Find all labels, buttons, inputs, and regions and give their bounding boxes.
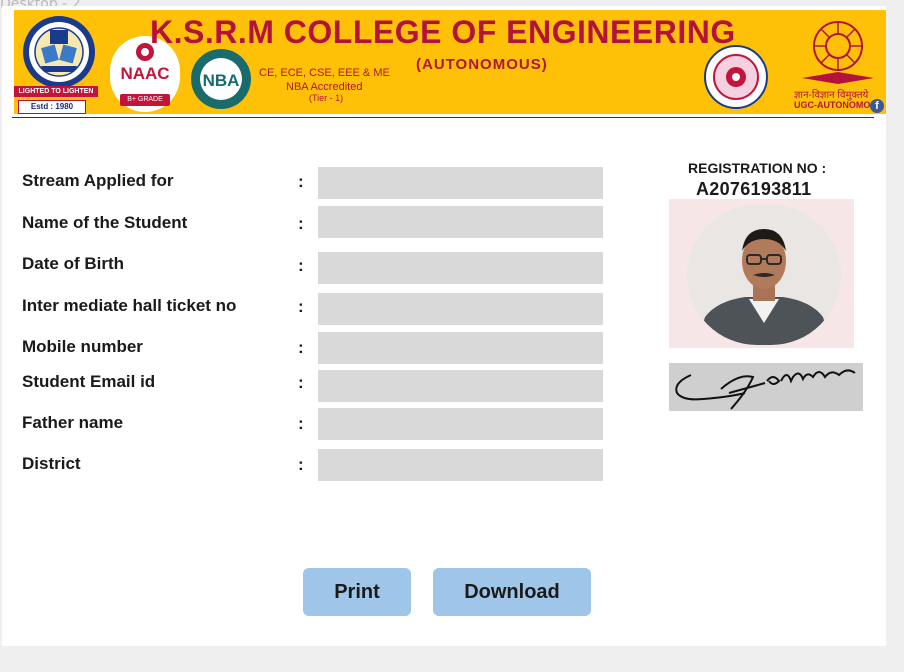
jntu-logo-icon — [704, 45, 768, 109]
photo-frame — [669, 199, 854, 348]
registration-label: REGISTRATION NO : — [688, 160, 827, 176]
autonomous-label: (AUTONOMOUS) — [416, 56, 548, 73]
student-name-label: Name of the Student — [22, 213, 188, 232]
separator-colon: : — [298, 414, 304, 433]
signature-scribble-icon — [675, 369, 856, 410]
ugc-motto: ज्ञान-विज्ञान विमुक्तये — [794, 90, 869, 101]
college-motto: LIGHTED TO LIGHTEN — [14, 86, 98, 97]
facebook-icon[interactable]: f — [870, 99, 884, 113]
nba-logo-icon: NBA — [191, 49, 251, 109]
college-banner: LIGHTED TO LIGHTEN Estd : 1980 NAAC B+ G… — [14, 10, 886, 114]
svg-text:NBA: NBA — [203, 71, 240, 90]
accredited-branches: CE, ECE, CSE, EEE & ME — [259, 67, 390, 79]
college-name: K.S.R.M COLLEGE OF ENGINEERING — [150, 14, 736, 50]
separator-colon: : — [298, 214, 304, 233]
stream-field[interactable] — [318, 167, 603, 199]
person-silhouette-icon — [687, 205, 841, 345]
separator-colon: : — [298, 338, 304, 357]
dob-label: Date of Birth — [22, 254, 124, 273]
hall-ticket-field[interactable] — [318, 293, 603, 325]
separator-colon: : — [298, 256, 304, 275]
district-label: District — [22, 454, 81, 473]
stream-label: Stream Applied for — [22, 171, 174, 190]
nba-accredited: NBA Accredited — [286, 81, 363, 93]
father-name-label: Father name — [22, 413, 124, 432]
download-button[interactable]: Download — [433, 568, 591, 616]
district-field[interactable] — [318, 449, 603, 481]
separator-colon: : — [298, 172, 304, 191]
dob-field[interactable] — [318, 252, 603, 284]
separator-colon: : — [298, 297, 304, 316]
naac-text: NAAC — [120, 64, 170, 83]
hall-ticket-label: Inter mediate hall ticket no — [22, 296, 237, 315]
mobile-field[interactable] — [318, 332, 603, 364]
header-divider — [12, 117, 874, 118]
nba-tier: (Tier - 1) — [309, 93, 344, 103]
print-button[interactable]: Print — [303, 568, 411, 616]
father-name-field[interactable] — [318, 408, 603, 440]
email-label: Student Email id — [22, 372, 156, 391]
email-field[interactable] — [318, 370, 603, 402]
signature-image — [669, 363, 863, 411]
established-year: Estd : 1980 — [18, 100, 86, 114]
student-photo — [687, 205, 841, 345]
student-name-field[interactable] — [318, 206, 603, 238]
naac-grade: B+ GRADE — [120, 94, 170, 106]
separator-colon: : — [298, 373, 304, 392]
registration-number: A2076193811 — [696, 179, 812, 199]
mobile-label: Mobile number — [22, 337, 143, 356]
separator-colon: : — [298, 455, 304, 474]
